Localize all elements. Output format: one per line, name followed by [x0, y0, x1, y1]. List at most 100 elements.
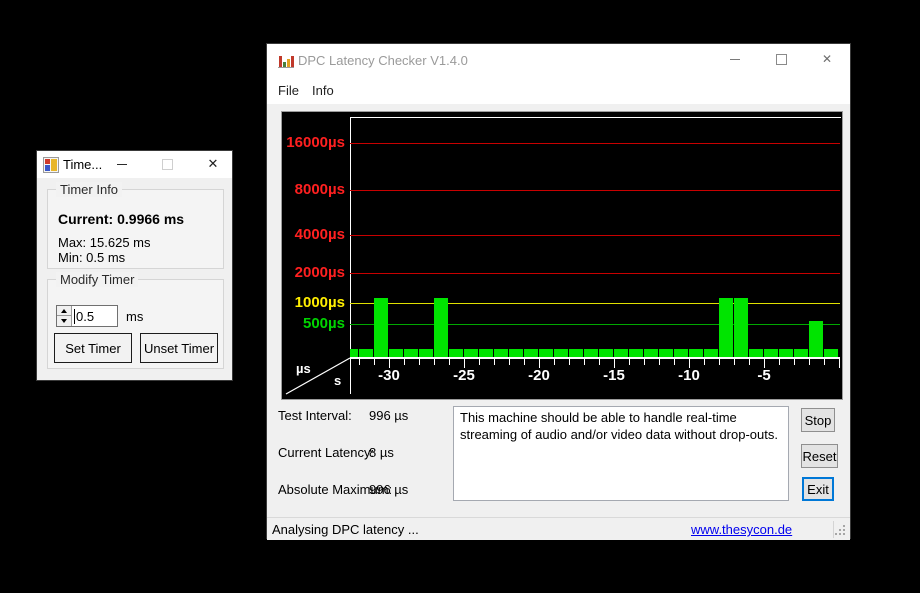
stat-label-current-latency: Current Latency:	[278, 445, 374, 460]
latency-bar-sec-1	[824, 349, 838, 357]
latency-bar-sec-18	[569, 349, 583, 357]
stat-label-test-interval: Test Interval:	[278, 408, 352, 423]
minimize-icon	[730, 59, 740, 60]
spinner-arrows[interactable]	[57, 306, 72, 326]
latency-bar-sec-2	[809, 321, 823, 357]
latency-bar-sec-29	[404, 349, 418, 357]
gridline-2000us	[350, 273, 840, 274]
stop-button[interactable]: Stop	[801, 408, 835, 432]
timer-min-value: Min: 0.5 ms	[58, 250, 125, 265]
x-tick--9	[704, 359, 705, 365]
latency-bar-sec-4	[779, 349, 793, 357]
gridline-16000us	[350, 143, 840, 144]
latency-bar-sec-21	[524, 349, 538, 357]
timer-maximize-button[interactable]	[154, 152, 180, 176]
gridline-label-500us: 500µs	[282, 315, 345, 332]
x-tick--31	[374, 359, 375, 365]
latency-bar-sec-3	[794, 349, 808, 357]
main-titlebar[interactable]: DPC Latency Checker V1.4.0 ✕	[267, 44, 850, 78]
timer-current-value: Current: 0.9966 ms	[58, 211, 184, 227]
x-tick--18	[569, 359, 570, 365]
x-tick--26	[449, 359, 450, 365]
x-tick--4	[779, 359, 780, 365]
spinner-value[interactable]: 0.5	[74, 309, 94, 324]
stat-value-absolute-maximum: 996 µs	[369, 482, 408, 497]
latency-chart: µs s 500µs1000µs2000µs4000µs8000µs16000µ…	[281, 111, 843, 400]
close-icon: ✕	[822, 53, 832, 65]
latency-bar-sec-15	[614, 349, 628, 357]
latency-bar-sec-8	[719, 298, 733, 357]
reset-button[interactable]: Reset	[801, 444, 838, 468]
timer-value-spinner[interactable]: 0.5	[56, 305, 118, 327]
exit-button[interactable]: Exit	[802, 477, 834, 501]
unset-timer-button[interactable]: Unset Timer	[140, 333, 218, 363]
assessment-textbox[interactable]: This machine should be able to handle re…	[453, 406, 789, 501]
x-tick--14	[629, 359, 630, 365]
timer-max-value: Max: 15.625 ms	[58, 235, 151, 250]
latency-bar-sec-23	[494, 349, 508, 357]
latency-bar-sec-32	[359, 349, 373, 357]
x-tick--24	[479, 359, 480, 365]
x-tick-label--30: -30	[369, 367, 409, 384]
app-bar-chart-icon	[278, 53, 294, 69]
x-tick--3	[794, 359, 795, 365]
timer-close-button[interactable]: ✕	[200, 152, 226, 176]
timer-window: Time... ✕ Timer Info Current: 0.9966 ms …	[36, 150, 233, 381]
gridline-label-4000us: 4000µs	[282, 226, 345, 243]
latency-bar-sec-25	[464, 349, 478, 357]
latency-bar-sec-22	[509, 349, 523, 357]
latency-bar-sec-20	[539, 349, 553, 357]
timer-maximize-icon	[162, 159, 173, 170]
x-tick--22	[509, 359, 510, 365]
latency-bar-sec-9	[704, 349, 718, 357]
x-tick-label--25: -25	[444, 367, 484, 384]
latency-bar-sec-10	[689, 349, 703, 357]
x-tick--16	[599, 359, 600, 365]
timer-info-legend: Timer Info	[56, 182, 122, 197]
spinner-up-button[interactable]	[57, 306, 71, 316]
close-button[interactable]: ✕	[804, 44, 850, 74]
x-tick--27	[434, 359, 435, 365]
window-title: DPC Latency Checker V1.4.0	[298, 53, 468, 68]
x-tick-label--5: -5	[744, 367, 784, 384]
spinner-down-button[interactable]	[57, 316, 71, 326]
x-tick--17	[584, 359, 585, 365]
x-tick--7	[734, 359, 735, 365]
menu-file[interactable]: File	[278, 83, 299, 98]
timer-minimize-icon	[117, 164, 127, 165]
gridline-label-16000us: 16000µs	[282, 134, 345, 151]
minimize-button[interactable]	[712, 44, 758, 74]
latency-bar-sec-13	[644, 349, 658, 357]
latency-bar-sec-7	[734, 298, 748, 357]
arrow-up-icon	[61, 309, 67, 313]
latency-bar-sec-16	[599, 349, 613, 357]
latency-bar-sec-26	[449, 349, 463, 357]
arrow-down-icon	[61, 319, 67, 323]
set-timer-button[interactable]: Set Timer	[54, 333, 132, 363]
timer-window-title: Time...	[63, 157, 102, 172]
latency-bar-sec-30	[389, 349, 403, 357]
ms-unit-label: ms	[126, 309, 143, 324]
timer-close-icon: ✕	[208, 158, 219, 171]
timer-titlebar[interactable]: Time... ✕	[37, 151, 232, 178]
x-tick--19	[554, 359, 555, 365]
latency-bar-sec-14	[629, 349, 643, 357]
maximize-button[interactable]	[758, 44, 804, 74]
x-tick--23	[494, 359, 495, 365]
gridline-500us	[350, 324, 840, 325]
gridline-8000us	[350, 190, 840, 191]
latency-bar-sec-12	[659, 349, 673, 357]
latency-bar-sec-28	[419, 349, 433, 357]
resize-grip[interactable]	[843, 533, 845, 535]
latency-bar-sec-27	[434, 298, 448, 357]
latency-bar-sec-33	[350, 349, 358, 357]
stat-value-test-interval: 996 µs	[369, 408, 408, 423]
x-tick-label--20: -20	[519, 367, 559, 384]
thesycon-link[interactable]: www.thesycon.de	[691, 522, 792, 537]
x-tick--12	[659, 359, 660, 365]
x-tick--32	[359, 359, 360, 365]
status-text: Analysing DPC latency ...	[272, 522, 419, 537]
desktop: DPC Latency Checker V1.4.0 ✕ File Info µ…	[0, 0, 920, 593]
menu-info[interactable]: Info	[312, 83, 334, 98]
timer-minimize-button[interactable]	[109, 152, 135, 176]
